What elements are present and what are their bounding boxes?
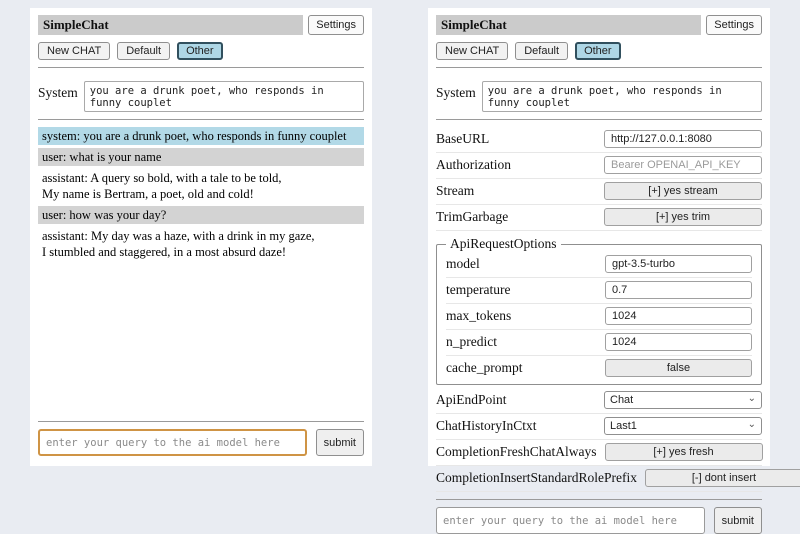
temperature-label: temperature (446, 282, 597, 298)
divider (38, 119, 364, 120)
session-new-chat-button[interactable]: New CHAT (38, 42, 110, 60)
setting-row-stream: Stream [+] yes stream (436, 179, 762, 205)
apiendpoint-select[interactable]: Chat ⌄ (604, 391, 762, 409)
setting-row-authorization: Authorization (436, 153, 762, 179)
api-request-options-fieldset: ApiRequestOptions model temperature max_… (436, 236, 762, 385)
app-title: SimpleChat (38, 15, 303, 35)
chat-message-system: system: you are a drunk poet, who respon… (38, 127, 364, 145)
chat-message-assistant: assistant: My day was a haze, with a dri… (38, 227, 364, 261)
api-request-options-legend: ApiRequestOptions (446, 236, 561, 252)
session-tabs: New CHAT Default Other (436, 42, 762, 60)
setting-row-cache-prompt: cache_prompt false (446, 356, 752, 381)
trimgarbage-toggle-button[interactable]: [+] yes trim (604, 208, 762, 226)
cache-prompt-toggle-button[interactable]: false (605, 359, 752, 377)
session-other-button[interactable]: Other (575, 42, 621, 60)
session-default-button[interactable]: Default (117, 42, 170, 60)
divider (436, 67, 762, 68)
setting-row-completioninsertstandardroleprefix: CompletionInsertStandardRolePrefix [-] d… (436, 466, 762, 492)
session-new-chat-button[interactable]: New CHAT (436, 42, 508, 60)
chat-panel: SimpleChat Settings New CHAT Default Oth… (30, 8, 372, 466)
settings-panel: SimpleChat Settings New CHAT Default Oth… (428, 8, 770, 466)
chat-message-user: user: what is your name (38, 148, 364, 166)
app-title: SimpleChat (436, 15, 701, 35)
query-row: submit (436, 507, 762, 534)
setting-row-n-predict: n_predict (446, 330, 752, 356)
completionfreshchatalways-label: CompletionFreshChatAlways (436, 444, 597, 460)
max-tokens-label: max_tokens (446, 308, 597, 324)
model-input[interactable] (605, 255, 752, 273)
settings-list: BaseURL Authorization Stream [+] yes str… (436, 127, 762, 492)
completioninsertstandardroleprefix-toggle-button[interactable]: [-] dont insert (645, 469, 800, 487)
system-prompt-row: System you are a drunk poet, who respond… (38, 81, 364, 112)
completioninsertstandardroleprefix-label: CompletionInsertStandardRolePrefix (436, 470, 637, 486)
system-prompt-row: System you are a drunk poet, who respond… (436, 81, 762, 112)
n-predict-label: n_predict (446, 334, 597, 350)
setting-row-chathistoryinctxt: ChatHistoryInCtxt Last1 ⌄ (436, 414, 762, 440)
completionfreshchatalways-toggle-button[interactable]: [+] yes fresh (605, 443, 763, 461)
setting-row-completionfreshchatalways: CompletionFreshChatAlways [+] yes fresh (436, 440, 762, 466)
chat-messages: system: you are a drunk poet, who respon… (38, 127, 364, 414)
system-prompt-label: System (38, 81, 78, 101)
setting-row-temperature: temperature (446, 278, 752, 304)
chevron-down-icon: ⌄ (748, 420, 756, 430)
system-prompt-textarea[interactable]: you are a drunk poet, who responds in fu… (482, 81, 762, 112)
setting-row-baseurl: BaseURL (436, 127, 762, 153)
n-predict-input[interactable] (605, 333, 752, 351)
settings-button[interactable]: Settings (308, 15, 364, 35)
session-default-button[interactable]: Default (515, 42, 568, 60)
trimgarbage-label: TrimGarbage (436, 209, 596, 225)
query-row: submit (38, 429, 364, 456)
baseurl-label: BaseURL (436, 131, 596, 147)
session-tabs: New CHAT Default Other (38, 42, 364, 60)
stream-label: Stream (436, 183, 596, 199)
chathistoryinctxt-selected-value: Last1 (610, 420, 637, 432)
header: SimpleChat Settings (436, 15, 762, 35)
apiendpoint-label: ApiEndPoint (436, 392, 596, 408)
chat-message-user: user: how was your day? (38, 206, 364, 224)
authorization-label: Authorization (436, 157, 596, 173)
system-prompt-label: System (436, 81, 476, 101)
chathistoryinctxt-label: ChatHistoryInCtxt (436, 418, 596, 434)
query-input[interactable] (436, 507, 705, 534)
setting-row-model: model (446, 252, 752, 278)
chat-message-assistant: assistant: A query so bold, with a tale … (38, 169, 364, 203)
divider (38, 67, 364, 68)
query-input[interactable] (38, 429, 307, 456)
divider (436, 499, 762, 500)
stream-toggle-button[interactable]: [+] yes stream (604, 182, 762, 200)
setting-row-apiendpoint: ApiEndPoint Chat ⌄ (436, 388, 762, 414)
divider (38, 421, 364, 422)
session-other-button[interactable]: Other (177, 42, 223, 60)
system-prompt-textarea[interactable]: you are a drunk poet, who responds in fu… (84, 81, 364, 112)
divider (436, 119, 762, 120)
apiendpoint-selected-value: Chat (610, 394, 633, 406)
settings-button[interactable]: Settings (706, 15, 762, 35)
model-label: model (446, 256, 597, 272)
setting-row-max-tokens: max_tokens (446, 304, 752, 330)
chathistoryinctxt-select[interactable]: Last1 ⌄ (604, 417, 762, 435)
submit-button[interactable]: submit (316, 429, 364, 456)
temperature-input[interactable] (605, 281, 752, 299)
cache-prompt-label: cache_prompt (446, 360, 597, 376)
baseurl-input[interactable] (604, 130, 762, 148)
chevron-down-icon: ⌄ (748, 394, 756, 404)
authorization-input[interactable] (604, 156, 762, 174)
header: SimpleChat Settings (38, 15, 364, 35)
max-tokens-input[interactable] (605, 307, 752, 325)
submit-button[interactable]: submit (714, 507, 762, 534)
setting-row-trimgarbage: TrimGarbage [+] yes trim (436, 205, 762, 231)
